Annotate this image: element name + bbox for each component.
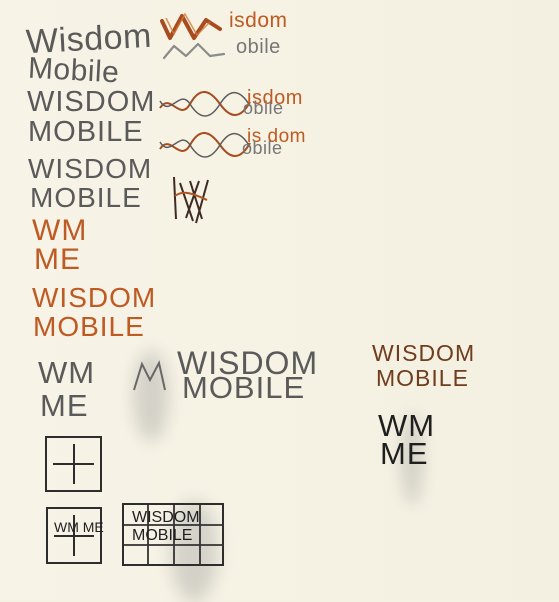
center-mobile: MOBILE [182,370,306,405]
gray-m-mark [162,42,226,60]
sketch-text-wm-2: WM [38,355,96,390]
grid-logo-small-text: WM ME [54,519,104,535]
sketch-text-wisdom-orange: WISDOM [32,282,157,313]
right-me: ME [380,436,429,471]
sketch-text-mobile-2: MOBILE [28,116,144,148]
wave-word-2b: obile [242,138,283,158]
sketch-text-me-1: ME [34,243,81,276]
sketch-text-mobile-3: MOBILE [30,182,142,213]
top-gray-word: obile [236,36,281,58]
grid-logo-wide-bottom: MOBILE [132,527,193,544]
sketch-text-mobile-1: Mobile [27,51,121,90]
right-wisdom: WISDOM [372,340,476,366]
wave-mark-1 [159,91,251,117]
grid-logo-wide-top: WISDOM [132,509,200,526]
right-mobile: MOBILE [376,365,469,391]
stacked-m-glyph [173,176,209,224]
sketch-text-wisdom-3: WISDOM [28,153,153,184]
sketch-text-wisdom-2: WISDOM [27,86,156,118]
wave-word-1b: obile [243,98,284,118]
sketch-text-mobile-orange: MOBILE [33,311,145,342]
sketch-text-me-2: ME [40,388,89,423]
top-orange-word: isdom [229,9,288,32]
grid-logo-small-1 [45,436,102,492]
center-m-mark [133,360,166,391]
sketch-sheet: Wisdom Mobile WISDOM MOBILE WISDOM MOBIL… [0,0,559,602]
grid-logo-small-2 [46,507,102,564]
sketch-text-wm-1: WM [32,214,88,247]
